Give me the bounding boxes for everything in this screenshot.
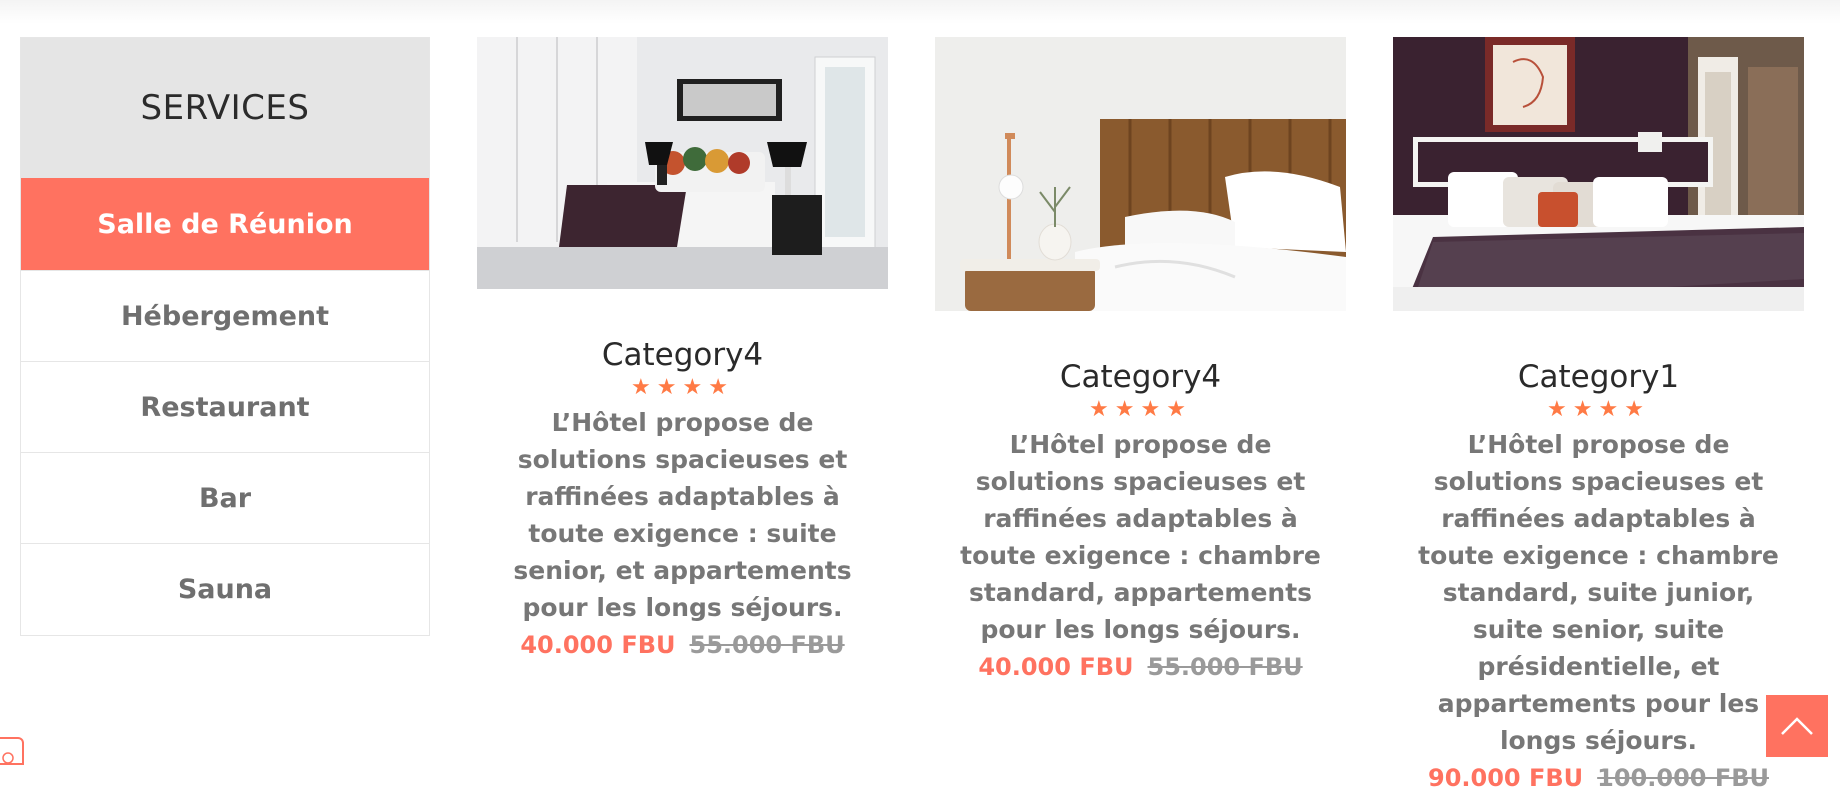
sidebar-title: SERVICES — [140, 88, 310, 128]
card-title[interactable]: Category4 — [477, 336, 888, 374]
old-price: 55.000 FBU — [1147, 653, 1303, 681]
sidebar-item-sauna[interactable]: Sauna — [21, 543, 429, 634]
scroll-to-top-button[interactable] — [1766, 695, 1828, 757]
price-row: 40.000 FBU 55.000 FBU — [477, 627, 888, 663]
star-rating: ★★★★ — [1089, 397, 1192, 422]
room-photo — [1393, 37, 1804, 311]
star-rating: ★★★★ — [631, 375, 734, 400]
card-description: L’Hôtel propose de solutions spacieuses … — [1418, 430, 1779, 755]
current-price: 90.000 FBU — [1428, 764, 1584, 792]
chat-widget-tab[interactable] — [0, 737, 24, 765]
old-price: 55.000 FBU — [689, 631, 845, 659]
old-price: 100.000 FBU — [1597, 764, 1769, 792]
sidebar-item-bar[interactable]: Bar — [21, 452, 429, 543]
sidebar-item-salle-de-reunion[interactable]: Salle de Réunion — [21, 178, 429, 270]
sidebar-header: SERVICES — [21, 38, 429, 178]
room-card: Category4 ★★★★ L’Hôtel propose de soluti… — [477, 37, 888, 663]
room-photo — [935, 37, 1346, 311]
room-photo — [477, 37, 888, 289]
sidebar-item-restaurant[interactable]: Restaurant — [21, 361, 429, 452]
room-image-bedroom-wood[interactable] — [935, 37, 1346, 311]
current-price: 40.000 FBU — [978, 653, 1134, 681]
price-row: 90.000 FBU 100.000 FBU — [1393, 760, 1804, 796]
services-sidebar: SERVICES Salle de Réunion Hébergement Re… — [20, 37, 430, 636]
price-row: 40.000 FBU 55.000 FBU — [935, 649, 1346, 685]
room-image-bedroom-gray[interactable] — [477, 37, 888, 289]
chevron-up-icon — [1781, 717, 1813, 735]
room-card: Category1 ★★★★ L’Hôtel propose de soluti… — [1393, 37, 1804, 796]
current-price: 40.000 FBU — [520, 631, 676, 659]
room-image-bedroom-dark[interactable] — [1393, 37, 1804, 311]
card-description: L’Hôtel propose de solutions spacieuses … — [960, 430, 1321, 644]
star-rating: ★★★★ — [1547, 397, 1650, 422]
top-strip — [0, 0, 1840, 24]
room-card: Category4 ★★★★ L’Hôtel propose de soluti… — [935, 37, 1346, 685]
chat-widget-icon — [2, 752, 14, 764]
card-description: L’Hôtel propose de solutions spacieuses … — [513, 408, 852, 622]
card-title[interactable]: Category1 — [1393, 358, 1804, 396]
card-title[interactable]: Category4 — [935, 358, 1346, 396]
sidebar-item-hebergement[interactable]: Hébergement — [21, 270, 429, 361]
